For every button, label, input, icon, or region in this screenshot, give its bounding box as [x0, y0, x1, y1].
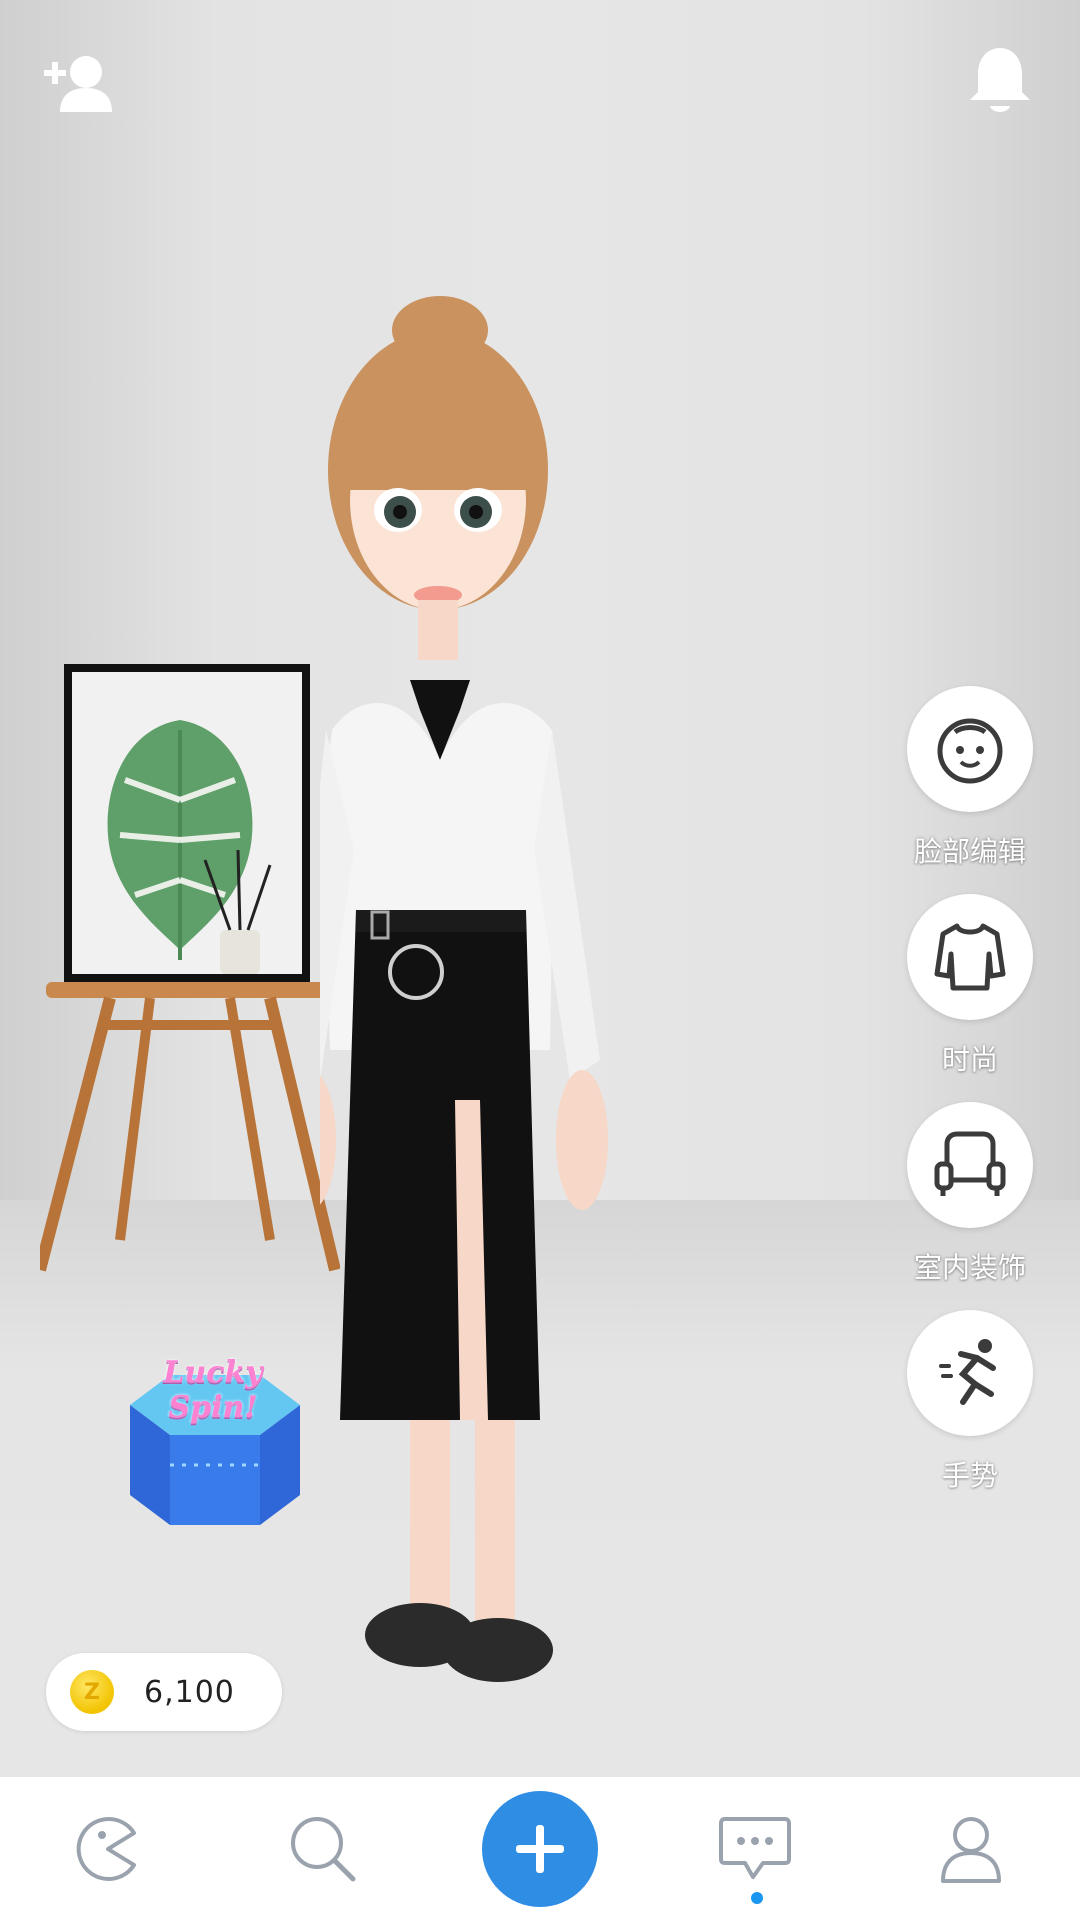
nav-search[interactable] — [263, 1777, 383, 1920]
side-menu-label-face: 脸部编辑 — [913, 835, 1026, 868]
profile-icon — [941, 1817, 1001, 1883]
side-menu-label-interior: 室内装饰 — [913, 1251, 1026, 1284]
lucky-spin-label: Lucky Spin! — [163, 1355, 263, 1425]
chat-unread-dot — [751, 1892, 763, 1904]
add-friend-button[interactable] — [42, 50, 118, 114]
plus-icon — [516, 1825, 564, 1873]
create-button[interactable] — [482, 1791, 598, 1907]
bell-icon — [970, 48, 1030, 112]
sofa-icon — [934, 1131, 1006, 1196]
gesture-button[interactable] — [907, 1310, 1033, 1436]
side-menu-label-gesture: 手势 — [941, 1459, 998, 1492]
notification-button[interactable] — [968, 44, 1032, 118]
lucky-spin-button[interactable]: Lucky Spin! — [110, 1335, 310, 1535]
chat-icon — [719, 1817, 791, 1879]
coin-amount: 6,100 — [144, 1674, 235, 1710]
room-decoration — [34, 660, 341, 1280]
face-icon — [937, 718, 1003, 784]
framed-leaf-picture — [34, 664, 341, 1272]
search-icon — [291, 1817, 356, 1882]
avatar-character[interactable] — [284, 290, 760, 1710]
nav-profile[interactable] — [911, 1777, 1031, 1920]
nav-home[interactable] — [48, 1777, 168, 1920]
fashion-button[interactable] — [907, 894, 1033, 1020]
coin-balance[interactable]: Z 6,100 — [46, 1653, 282, 1731]
interior-button[interactable] — [907, 1102, 1033, 1228]
side-menu-label-fashion: 时尚 — [941, 1043, 998, 1076]
bottom-navigation — [0, 1776, 1080, 1920]
face-edit-button[interactable] — [907, 686, 1033, 812]
add-friend-icon — [44, 56, 112, 112]
shirt-icon — [934, 923, 1006, 991]
gesture-icon — [939, 1339, 996, 1405]
coin-icon: Z — [70, 1670, 114, 1714]
avatar-home-screen: Lucky Spin! 脸部编辑 时尚 室内装饰 手势 Z 6,100 — [0, 0, 1080, 1920]
avatar-figure — [284, 296, 608, 1682]
home-pacman-icon — [76, 1817, 136, 1881]
